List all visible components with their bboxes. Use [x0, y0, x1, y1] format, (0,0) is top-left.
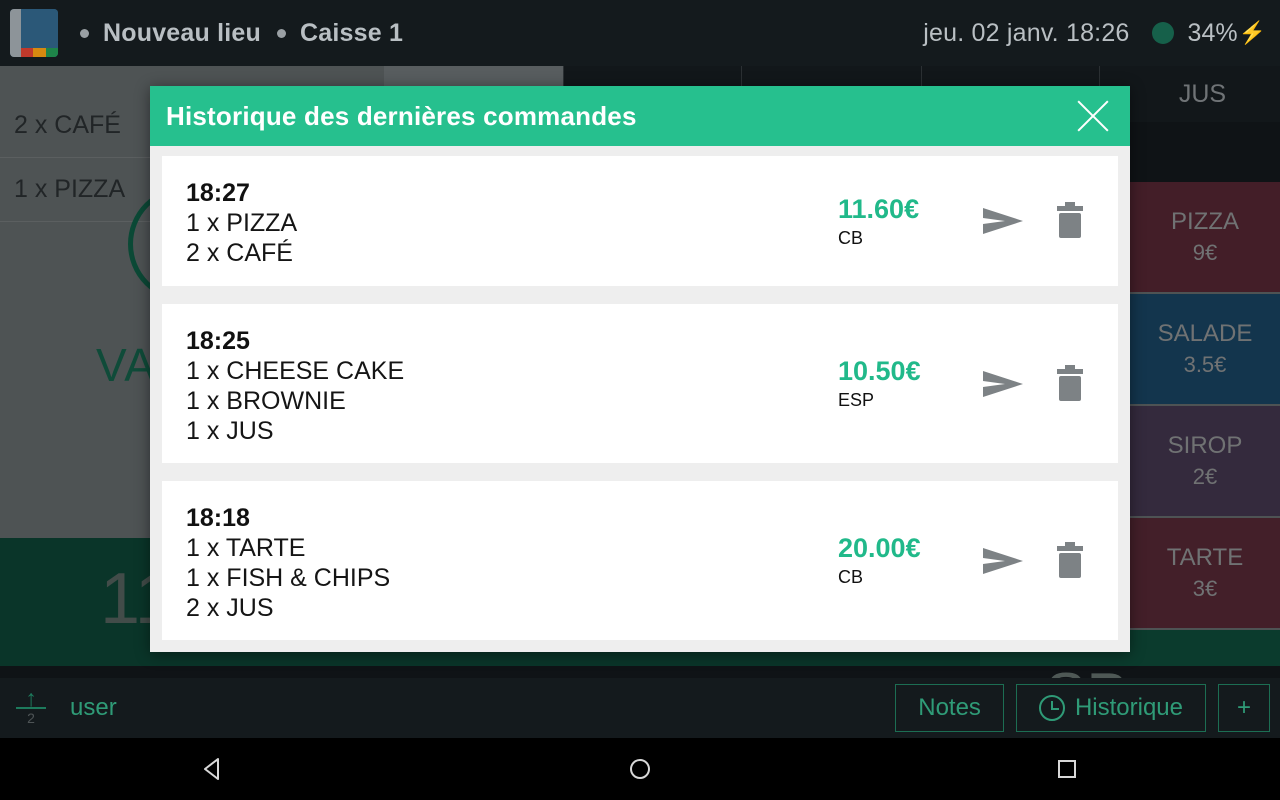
- order-time: 18:27: [186, 179, 250, 207]
- send-icon[interactable]: [980, 538, 1026, 584]
- order-item: 1 x TARTE: [186, 534, 306, 563]
- back-triangle-icon[interactable]: [153, 738, 273, 800]
- order-price-block: 11.60€ CB: [838, 194, 958, 249]
- order-item: 1 x CHEESE CAKE: [186, 357, 405, 386]
- trash-icon[interactable]: [1048, 361, 1092, 407]
- order-price: 11.60€: [838, 193, 920, 224]
- order-payment-method: ESP: [838, 390, 875, 411]
- order-price: 10.50€: [838, 356, 921, 387]
- battery-percent-label: 34%: [1187, 18, 1238, 47]
- recents-square-icon[interactable]: [1007, 738, 1127, 800]
- send-icon[interactable]: [980, 198, 1026, 244]
- order-history-row[interactable]: 18:27 1 x PIZZA 2 x CAFÉ 11.60€ CB: [162, 156, 1118, 287]
- trash-icon[interactable]: [1048, 538, 1092, 584]
- order-history-list: 18:27 1 x PIZZA 2 x CAFÉ 11.60€ CB 18:25…: [150, 146, 1130, 652]
- upload-count: 2: [27, 709, 35, 726]
- bottom-action-bar: ↑ 2 user Notes Historique +: [0, 678, 1280, 738]
- order-history-row[interactable]: 18:25 1 x CHEESE CAKE 1 x BROWNIE 1 x JU…: [162, 304, 1118, 464]
- android-nav-bar: [0, 738, 1280, 800]
- breadcrumb-item-location[interactable]: Nouveau lieu: [103, 19, 261, 48]
- order-actions: 20.00€ CB: [838, 533, 1092, 588]
- datetime-label: jeu. 02 janv. 18:26: [923, 18, 1130, 47]
- order-price-block: 10.50€ ESP: [838, 356, 958, 411]
- order-price: 20.00€: [838, 533, 921, 564]
- dialog-header: Historique des dernières commandes: [150, 86, 1130, 146]
- order-item: 2 x JUS: [186, 594, 274, 623]
- screen: Nouveau lieu Caisse 1 jeu. 02 janv. 18:2…: [0, 0, 1280, 800]
- notes-label: Notes: [918, 694, 981, 721]
- order-price-block: 20.00€ CB: [838, 533, 958, 588]
- order-details: 18:18 1 x TARTE 1 x FISH & CHIPS 2 x JUS: [186, 503, 390, 623]
- trash-icon[interactable]: [1048, 198, 1092, 244]
- bottom-buttons: Notes Historique +: [895, 684, 1270, 732]
- breadcrumb-dot: [80, 28, 89, 38]
- add-button[interactable]: +: [1217, 684, 1270, 732]
- notes-button[interactable]: Notes: [895, 684, 1004, 732]
- order-payment-method: CB: [838, 227, 864, 248]
- connection-status-dot: [1151, 22, 1174, 44]
- order-details: 18:27 1 x PIZZA 2 x CAFÉ: [186, 178, 297, 268]
- order-history-dialog: Historique des dernières commandes 18:27…: [150, 86, 1130, 652]
- order-item: 1 x JUS: [186, 417, 274, 446]
- historique-label: Historique: [1074, 694, 1183, 721]
- user-label[interactable]: user: [70, 694, 117, 722]
- order-details: 18:25 1 x CHEESE CAKE 1 x BROWNIE 1 x JU…: [186, 326, 404, 446]
- breadcrumb: Nouveau lieu Caisse 1: [80, 19, 419, 48]
- app-icon[interactable]: [10, 9, 58, 57]
- charging-bolt-icon: ⚡: [1238, 20, 1266, 45]
- home-circle-icon[interactable]: [580, 738, 700, 800]
- order-item: 2 x CAFÉ: [186, 239, 293, 267]
- order-actions: 10.50€ ESP: [838, 356, 1092, 411]
- status-cluster: jeu. 02 janv. 18:26 34% ⚡: [923, 19, 1266, 48]
- order-time: 18:18: [186, 504, 250, 533]
- close-icon[interactable]: [1070, 93, 1116, 139]
- order-time: 18:25: [186, 327, 250, 356]
- historique-button[interactable]: Historique: [1015, 684, 1206, 732]
- order-history-row[interactable]: 18:18 1 x TARTE 1 x FISH & CHIPS 2 x JUS…: [162, 481, 1118, 640]
- send-icon[interactable]: [980, 361, 1026, 407]
- order-actions: 11.60€ CB: [838, 194, 1092, 249]
- add-label: +: [1236, 694, 1251, 721]
- breadcrumb-item-register[interactable]: Caisse 1: [300, 19, 403, 48]
- dialog-title: Historique des dernières commandes: [166, 100, 637, 131]
- order-item: 1 x FISH & CHIPS: [186, 564, 391, 593]
- clock-icon: [1038, 695, 1065, 721]
- app-icon-color-strips: [21, 48, 58, 57]
- top-status-bar: Nouveau lieu Caisse 1 jeu. 02 janv. 18:2…: [0, 0, 1280, 66]
- breadcrumb-dot: [277, 28, 286, 38]
- app-icon-spine: [10, 9, 21, 57]
- upload-arrow-icon[interactable]: ↑ 2: [14, 686, 48, 728]
- order-payment-method: CB: [838, 567, 864, 588]
- order-item: 1 x PIZZA: [186, 209, 298, 237]
- order-item: 1 x BROWNIE: [186, 387, 346, 416]
